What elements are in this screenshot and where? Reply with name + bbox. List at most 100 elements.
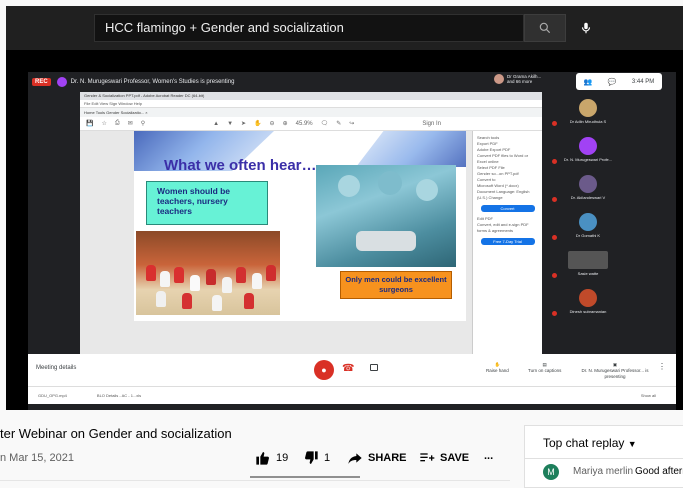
figure [252,273,262,289]
cursor-icon: ➤ [241,121,247,127]
sign-in-link[interactable]: Sign In [422,121,441,127]
raise-hand-button[interactable]: ✋ Raise hand [486,362,509,374]
avatar [579,136,597,155]
avatar [579,288,597,307]
figure [206,269,216,285]
figure [160,271,170,287]
avatar [579,212,597,231]
like-count: 19 [276,452,289,464]
captions-button[interactable]: ▤ Turn on captions [528,362,561,374]
page-up-icon: ▲ [213,120,220,127]
acrobat-tabs: Home Tools Gender Socializatio... × [80,108,542,117]
muted-icon [552,273,557,278]
download-item[interactable]: BLO Details - AC - 1...xls [97,393,141,398]
share-button[interactable]: SHARE [346,450,407,466]
classroom-photo [136,231,280,315]
thumbs-down-icon [305,451,318,464]
voice-search-button[interactable] [576,18,596,38]
figure [156,291,166,307]
divider [0,480,510,481]
acrobat-menu-bar: File Edit View Sign Window Help [80,100,542,108]
figure [338,175,360,197]
figure [182,293,192,309]
participant-name: Dr Adlin Mirudhula S [569,118,607,124]
search-icon [539,22,551,34]
microphone-icon [581,22,591,34]
captions-label: Turn on captions [528,368,562,373]
panel-line: Convert PDF files to Word or Excel onlin… [477,153,529,164]
show-all-link[interactable]: Show all [641,393,656,398]
zoom-in-icon: ⊕ [282,121,288,127]
search-input[interactable]: HCC flamingo + Gender and socialization [94,14,524,42]
figure [266,265,276,281]
chat-replay-panel: Top chat replay ▼ M Mariya merlin Good a… [524,425,683,488]
figure [190,275,200,291]
search-icon: ⚲ [140,121,146,127]
participant-name: Dinesh subramanian [569,308,607,314]
chat-mode-dropdown[interactable]: Top chat replay ▼ [543,436,637,450]
free-trial-button[interactable]: Free 7-Day Trial [480,238,535,245]
participant-name: Dr. Akilandeswari V [570,194,606,200]
download-bar: GDU_OPG.mp4 BLO Details - AC - 1...xls S… [28,386,676,404]
meeting-details-button[interactable]: Meeting details [36,365,76,371]
video-thumbnail [568,250,608,269]
slide: What we often hear… Women should be teac… [134,131,466,321]
hang-up-button[interactable]: ☎ [342,363,354,374]
presentation-button[interactable]: ▣ Dr. N. Murugeswari Professor... is pre… [580,362,650,380]
participant-name: Dr. N. Murugeswari Profe... [563,156,613,162]
chat-author[interactable]: Mariya merlin [573,466,633,477]
share-icon: ↪ [349,121,355,127]
muted-icon [552,311,557,316]
hand-icon: ✋ [254,121,262,127]
presenter-avatar [56,77,67,87]
panel-line: Convert, edit and e-sign PDF forms & agr… [477,222,529,233]
camera-toggle-button[interactable] [370,364,378,371]
chevron-down-icon: ▼ [627,439,637,449]
video-title: ter Webinar on Gender and socialization [0,426,232,441]
mic-toggle-button[interactable]: ● [314,360,334,380]
dislike-count: 1 [324,452,331,464]
participant-list: Dr Adlin Mirudhula S Dr. N. Murugeswari … [546,94,676,356]
meet-toolbar-chip: 👥 💬 3:44 PM [576,73,662,90]
presenting-text: Dr. N. Murugeswari Professor, Women's St… [70,79,235,85]
participants-chip: Dr Grama Akilh... and 66 more [494,74,545,84]
avatar [579,174,597,193]
zoom-level: 45.9% [295,120,313,127]
save-button[interactable]: SAVE [418,450,469,466]
figure [236,267,246,283]
figure [356,231,416,251]
meet-recording: REC Dr. N. Murugeswari Professor, Women'… [28,72,676,410]
document-area: What we often hear… Women should be teac… [80,131,542,354]
search-button[interactable] [524,14,566,42]
meet-controls-bar: Meeting details ● ☎ ✋ Raise hand ▤ Turn … [28,354,676,386]
dislike-button[interactable]: 1 [302,450,330,466]
chat-mode-label: Top chat replay [543,436,625,450]
youtube-live-page: HCC flamingo + Gender and socialization … [0,0,683,488]
slide-callout-men: Only men could be excellent surgeons [340,271,452,299]
participant-tile: Dr. Akilandeswari V [550,170,626,204]
more-actions-button[interactable]: ... [484,450,493,462]
muted-icon [552,121,557,126]
more-options-icon[interactable]: ⋮ [658,363,666,371]
muted-icon [552,235,557,240]
people-icon: 👥 [583,78,593,86]
slide-title: What we often hear… [164,157,317,174]
slide-callout-women: Women should be teachers, nursery teache… [146,181,268,225]
like-button[interactable]: 19 [254,450,288,466]
print-icon: ⎙ [114,120,120,126]
panel-line: Document Language: English (U.S.) Change [477,189,530,200]
avatar: M [543,464,559,480]
participant-tile: Dr. N. Murugeswari Profe... [550,132,626,166]
convert-button[interactable]: Convert [480,205,535,212]
mic-off-icon: ● [321,365,327,375]
download-item[interactable]: GDU_OPG.mp4 [38,393,67,398]
mail-icon: ✉ [127,121,133,127]
figure [212,295,222,311]
save-label: SAVE [440,452,470,464]
chat-icon: 💬 [607,78,617,86]
page-down-icon: ▼ [227,120,234,127]
star-icon: ☆ [101,121,107,127]
video-player[interactable]: REC Dr. N. Murugeswari Professor, Women'… [6,50,683,410]
participant-tile: Dr Adlin Mirudhula S [550,94,626,128]
avatar [494,74,504,84]
